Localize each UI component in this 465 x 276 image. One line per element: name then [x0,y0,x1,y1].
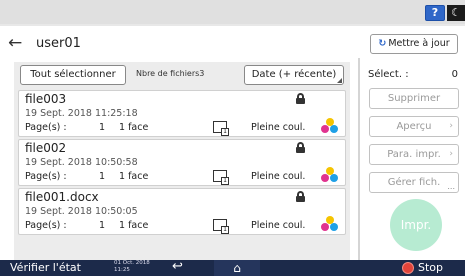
sides-value: 1 face [119,171,149,182]
stop-icon[interactable] [402,262,414,274]
bottom-system-bar: Vérifier l'état 01 Oct. 2018 11:25 ↩ ⌂ St… [0,259,465,276]
document-copies-icon: 1 [213,170,229,185]
night-mode-icon[interactable]: ☾ [447,5,465,21]
delete-button[interactable]: Supprimer [369,88,459,109]
file-name: file001.docx [25,190,99,204]
sides-value: 1 face [119,220,149,231]
preview-label: Aperçu [396,121,432,132]
sort-dropdown[interactable]: Date (+ récente) [244,65,344,85]
refresh-label: Mettre à jour [388,38,450,49]
file-name: file003 [25,92,67,106]
refresh-button[interactable]: ↻ Mettre à jour [370,34,458,54]
full-color-icon [321,118,339,134]
sides-value: 1 face [119,122,149,133]
chevron-right-icon: › [449,121,453,131]
pages-label: Page(s) : [25,171,67,182]
chevron-right-icon: › [449,149,453,159]
time-display: 11:25 [114,267,130,273]
manage-file-label: Gérer fich. [387,177,441,188]
back-arrow-icon[interactable]: ← [8,33,26,55]
file-row[interactable]: file003 19 Sept. 2018 11:25:18 Page(s) :… [18,90,346,137]
print-button[interactable]: Impr. [390,199,442,251]
preview-button[interactable]: Aperçu › [369,116,459,137]
pages-label: Page(s) : [25,122,67,133]
selected-count-label: Sélect. : [368,69,409,80]
document-server-panel: ← user01 ↻ Mettre à jour Tout sélectionne… [0,26,465,260]
pages-value: 1 [99,220,106,231]
action-side-panel: Sélect. : 0 Supprimer Aperçu › Para. imp… [358,58,464,260]
file-list-area: Tout sélectionner Nbre de fichiers3 Date… [14,62,350,260]
lock-icon [296,93,305,104]
pages-value: 1 [99,122,106,133]
manage-file-button[interactable]: Gérer fich. ... [369,172,459,193]
date-time-display: 01 Oct. 2018 11:25 [114,260,150,274]
color-mode-value: Pleine coul. [251,171,306,182]
pages-value: 1 [99,171,106,182]
file-date: 19 Sept. 2018 10:50:05 [25,206,138,217]
lock-icon [296,142,305,153]
file-row[interactable]: file001.docx 19 Sept. 2018 10:50:05 Page… [18,188,346,235]
delete-label: Supprimer [387,93,441,104]
print-settings-label: Para. impr. [387,149,441,160]
more-dots-icon: ... [447,182,455,191]
folder-title: user01 [36,36,81,51]
print-settings-button[interactable]: Para. impr. › [369,144,459,165]
refresh-icon: ↻ [378,38,387,49]
file-count-label: Nbre de fichiers3 [136,69,205,78]
selected-count-value: 0 [451,69,458,80]
date-display: 01 Oct. 2018 [114,260,150,266]
check-status-button[interactable]: Vérifier l'état [10,261,81,274]
document-copies-icon: 1 [213,121,229,136]
file-date: 19 Sept. 2018 10:50:58 [25,157,138,168]
file-name: file002 [25,141,67,155]
top-strip: ? ☾ [0,0,465,24]
file-row[interactable]: file002 19 Sept. 2018 10:50:58 Page(s) :… [18,139,346,186]
pages-label: Page(s) : [25,220,67,231]
full-color-icon [321,216,339,232]
sort-label: Date (+ récente) [251,69,337,80]
home-icon[interactable]: ⌂ [214,260,260,276]
dropdown-corner-icon [337,78,342,83]
lock-icon [296,191,305,202]
color-mode-value: Pleine coul. [251,220,306,231]
full-color-icon [321,167,339,183]
select-all-button[interactable]: Tout sélectionner [20,65,126,85]
stop-label[interactable]: Stop [418,261,443,274]
help-button[interactable]: ? [425,5,445,21]
return-icon[interactable]: ↩ [172,259,183,274]
document-copies-icon: 1 [213,219,229,234]
file-date: 19 Sept. 2018 11:25:18 [25,108,138,119]
color-mode-value: Pleine coul. [251,122,306,133]
